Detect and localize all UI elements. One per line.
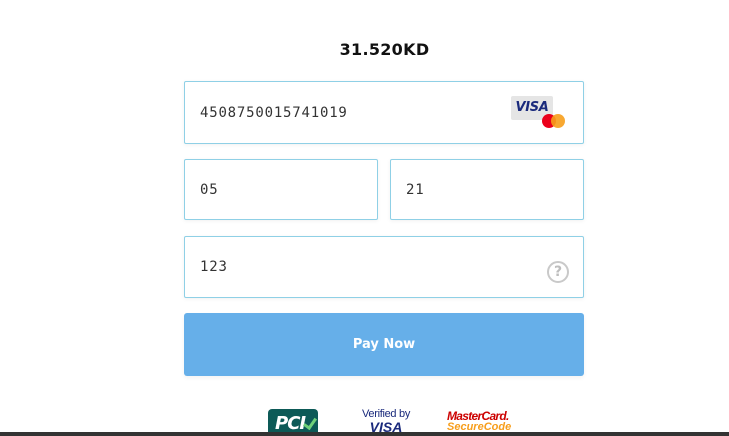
mastercard-icon <box>542 114 566 129</box>
help-icon[interactable]: ? <box>547 261 569 283</box>
expiry-month-input[interactable] <box>200 160 360 219</box>
expiry-year-input[interactable] <box>406 160 566 219</box>
expiry-month-field[interactable] <box>184 159 378 220</box>
pay-now-button[interactable]: Pay Now <box>184 313 584 376</box>
cvv-field[interactable]: ? <box>184 236 584 298</box>
expiry-year-field[interactable] <box>390 159 584 220</box>
pci-logo-text: PCI <box>275 413 306 434</box>
cvv-input[interactable] <box>200 237 520 297</box>
mastercard-orange-circle <box>551 114 565 128</box>
card-number-input[interactable] <box>200 82 520 143</box>
payment-amount: 31.520KD <box>339 40 430 59</box>
security-logos: PCI Verified by VISA MasterCard. SecureC… <box>0 400 729 436</box>
bottom-bar <box>0 432 729 436</box>
card-number-field[interactable]: VISA <box>184 81 584 144</box>
